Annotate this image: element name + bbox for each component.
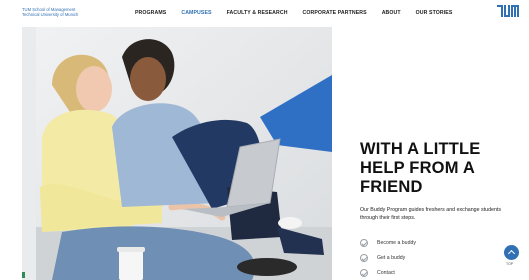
main-nav: PROGRAMS CAMPUSES FACULTY & RESEARCH COR… (135, 10, 467, 16)
brand-line-2: Technical University of Munich (22, 12, 79, 17)
headline-line-3: FRIEND (360, 178, 423, 196)
check-circle-icon (360, 268, 368, 277)
link-get-a-buddy[interactable]: Get a buddy (360, 250, 416, 265)
nav-item-corporate-partners[interactable]: CORPORATE PARTNERS (303, 10, 367, 16)
headline-line-2: HELP FROM A (360, 159, 475, 177)
buddy-links: Become a buddy Get a buddy Contact (360, 235, 416, 280)
scroll-to-top-button[interactable] (504, 245, 519, 260)
link-label: Get a buddy (377, 254, 406, 261)
nav-item-about[interactable]: ABOUT (382, 10, 401, 16)
site-header: TUM School of Management Technical Unive… (0, 0, 529, 24)
nav-item-our-stories[interactable]: OUR STORIES (416, 10, 453, 16)
students-photo (22, 27, 332, 280)
headline-line-1: WITH A LITTLE (360, 140, 481, 158)
page-title: WITH A LITTLE HELP FROM A FRIEND (360, 140, 520, 197)
feedback-tab[interactable] (22, 272, 25, 278)
link-label: Contact (377, 269, 395, 276)
link-become-a-buddy[interactable]: Become a buddy (360, 235, 416, 250)
brand-name[interactable]: TUM School of Management Technical Unive… (22, 7, 102, 17)
hero-image (22, 27, 332, 280)
tum-logo-icon[interactable] (497, 5, 519, 17)
hero-text: WITH A LITTLE HELP FROM A FRIEND Our Bud… (360, 140, 520, 222)
nav-item-faculty-research[interactable]: FACULTY & RESEARCH (227, 10, 288, 16)
chevron-up-icon (507, 249, 516, 258)
nav-item-programs[interactable]: PROGRAMS (135, 10, 166, 16)
check-circle-icon (360, 253, 368, 262)
link-contact[interactable]: Contact (360, 265, 416, 280)
scroll-to-top-label: TOP (506, 262, 514, 266)
nav-item-campuses[interactable]: CAMPUSES (181, 10, 211, 16)
hero-description: Our Buddy Program guides freshers and ex… (360, 207, 502, 221)
link-label: Become a buddy (377, 239, 416, 246)
check-circle-icon (360, 238, 368, 247)
